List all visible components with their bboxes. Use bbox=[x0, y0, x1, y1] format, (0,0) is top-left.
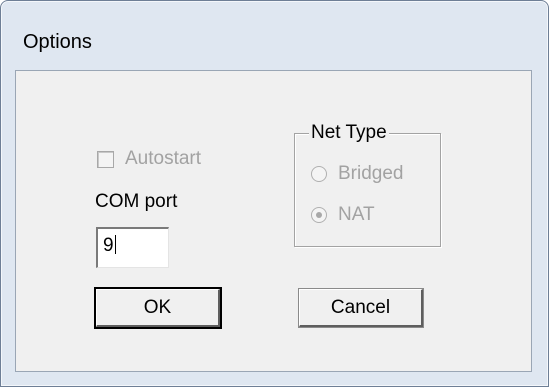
net-type-groupbox: Net Type Bridged NAT bbox=[294, 122, 441, 247]
autostart-checkbox[interactable] bbox=[97, 150, 114, 168]
radio-nat-row[interactable]: NAT bbox=[311, 204, 375, 226]
cancel-button[interactable]: Cancel bbox=[298, 288, 424, 328]
options-dialog-window: Options Autostart COM port 9 Net Type Br… bbox=[0, 0, 549, 387]
dialog-client-area: Autostart COM port 9 Net Type Bridged NA… bbox=[15, 70, 532, 372]
radio-bridged-label: Bridged bbox=[338, 163, 404, 184]
radio-nat[interactable] bbox=[311, 207, 327, 223]
radio-nat-label: NAT bbox=[338, 204, 375, 225]
text-caret bbox=[114, 235, 116, 254]
com-port-label: COM port bbox=[95, 191, 178, 212]
autostart-checkbox-row[interactable]: Autostart bbox=[97, 148, 201, 170]
radio-bridged-row[interactable]: Bridged bbox=[311, 163, 404, 185]
net-type-legend: Net Type bbox=[309, 122, 389, 144]
com-port-input[interactable]: 9 bbox=[96, 227, 169, 268]
com-port-value: 9 bbox=[103, 235, 114, 256]
radio-bridged[interactable] bbox=[311, 166, 327, 182]
autostart-label: Autostart bbox=[125, 148, 202, 169]
ok-button[interactable]: OK bbox=[94, 287, 222, 329]
window-title: Options bbox=[23, 31, 92, 53]
radio-selected-dot bbox=[316, 212, 322, 218]
